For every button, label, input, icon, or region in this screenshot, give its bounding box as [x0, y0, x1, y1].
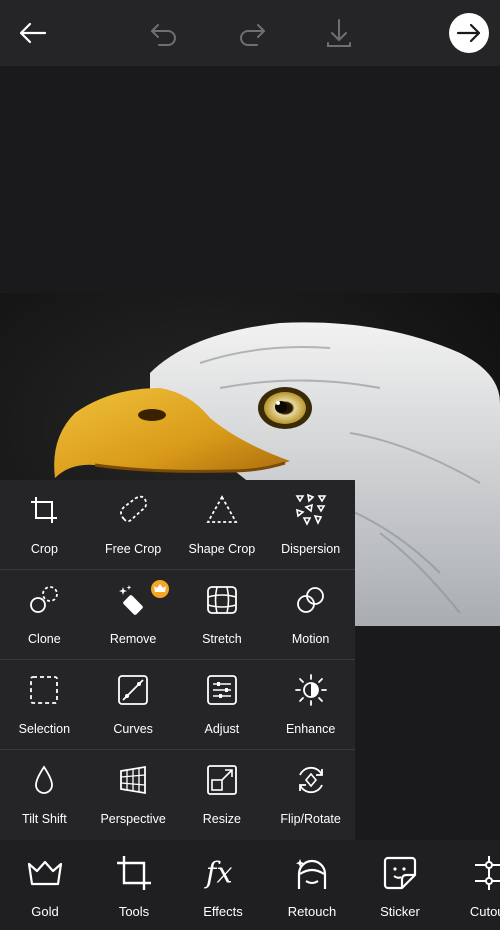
- cutout-icon: [470, 854, 500, 892]
- tool-label: Crop: [30, 542, 58, 556]
- nav-tools[interactable]: Tools: [89, 840, 179, 930]
- tools-row: Selection Curves Adjust Enhance: [0, 660, 355, 750]
- tool-motion[interactable]: Motion: [266, 570, 355, 659]
- tool-enhance[interactable]: Enhance: [266, 660, 355, 749]
- sticker-icon: [381, 854, 419, 892]
- tools-row: Tilt Shift Perspective Resize Flip/Rotat…: [0, 750, 355, 839]
- tool-crop[interactable]: Crop: [0, 480, 89, 569]
- adjust-icon: [205, 673, 239, 707]
- dispersion-icon: [294, 493, 328, 527]
- tool-dispersion[interactable]: Dispersion: [266, 480, 355, 569]
- tool-label: Free Crop: [104, 542, 162, 556]
- nav-label: Retouch: [287, 904, 337, 919]
- tool-selection[interactable]: Selection: [0, 660, 89, 749]
- back-button[interactable]: [11, 11, 55, 55]
- tool-remove[interactable]: Remove: [89, 570, 178, 659]
- tool-label: Curves: [113, 722, 153, 736]
- tool-label: Dispersion: [281, 542, 341, 556]
- redo-button[interactable]: [230, 11, 274, 55]
- nav-label: Cutout: [469, 904, 500, 919]
- next-button[interactable]: [449, 13, 489, 53]
- stretch-icon: [205, 583, 239, 617]
- tool-label: Tilt Shift: [22, 812, 67, 826]
- tool-stretch[interactable]: Stretch: [178, 570, 267, 659]
- tool-label: Selection: [18, 722, 71, 736]
- resize-icon: [205, 763, 239, 797]
- nav-sticker[interactable]: Sticker: [355, 840, 445, 930]
- tool-perspective[interactable]: Perspective: [89, 750, 178, 839]
- free-crop-icon: [116, 493, 150, 527]
- clone-icon: [27, 583, 61, 617]
- perspective-icon: [116, 763, 150, 797]
- motion-icon: [294, 583, 328, 617]
- undo-icon: [151, 24, 176, 46]
- crop-icon: [27, 493, 61, 527]
- tool-shape-crop[interactable]: Shape Crop: [178, 480, 267, 569]
- tool-clone[interactable]: Clone: [0, 570, 89, 659]
- svg-text:fx: fx: [204, 857, 233, 890]
- tool-label: Perspective: [100, 812, 166, 826]
- nav-label: Gold: [31, 904, 59, 919]
- selection-icon: [27, 673, 61, 707]
- nav-label: Sticker: [380, 904, 420, 919]
- crop-icon: [115, 854, 153, 892]
- tool-label: Shape Crop: [188, 542, 256, 556]
- nav-label: Tools: [118, 904, 150, 919]
- enhance-icon: [294, 673, 328, 707]
- nav-effects[interactable]: fx Effects: [178, 840, 268, 930]
- tool-label: Clone: [28, 632, 61, 646]
- tool-resize[interactable]: Resize: [178, 750, 267, 839]
- crown-icon: [26, 854, 64, 892]
- fx-icon: fx: [204, 854, 242, 892]
- tool-label: Adjust: [204, 722, 240, 736]
- tool-label: Resize: [202, 812, 241, 826]
- undo-button[interactable]: [142, 11, 186, 55]
- nav-label: Effects: [203, 904, 243, 919]
- nav-retouch[interactable]: Retouch: [267, 840, 357, 930]
- top-toolbar: [0, 0, 500, 66]
- shape-crop-icon: [205, 493, 239, 527]
- tools-row: Clone Remove Stretch Motion: [0, 570, 355, 660]
- arrow-left-icon: [19, 22, 47, 44]
- tools-row: Crop Free Crop Shape Crop Dispersion: [0, 480, 355, 570]
- crown-icon: [153, 584, 166, 592]
- tool-label: Motion: [291, 632, 330, 646]
- tool-tilt-shift[interactable]: Tilt Shift: [0, 750, 89, 839]
- nav-gold[interactable]: Gold: [0, 840, 90, 930]
- nav-cutout[interactable]: Cutout: [444, 840, 500, 930]
- tool-label: Flip/Rotate: [280, 812, 341, 826]
- tool-free-crop[interactable]: Free Crop: [89, 480, 178, 569]
- flip-rotate-icon: [294, 763, 328, 797]
- download-icon: [327, 19, 351, 47]
- face-icon: [293, 854, 331, 892]
- curves-icon: [116, 673, 150, 707]
- redo-icon: [240, 24, 265, 46]
- bottom-nav: Gold Tools fx Effects Retouch Sticker Cu…: [0, 840, 500, 930]
- tool-flip-rotate[interactable]: Flip/Rotate: [266, 750, 355, 839]
- tilt-shift-icon: [27, 763, 61, 797]
- premium-crown-badge: [148, 578, 171, 600]
- tool-curves[interactable]: Curves: [89, 660, 178, 749]
- tool-label: Enhance: [285, 722, 336, 736]
- tool-label: Stretch: [202, 632, 242, 646]
- arrow-right-icon: [456, 23, 481, 43]
- remove-icon: [116, 583, 150, 617]
- tool-adjust[interactable]: Adjust: [178, 660, 267, 749]
- download-button[interactable]: [317, 11, 361, 55]
- tools-panel: Crop Free Crop Shape Crop Dispersion Clo…: [0, 480, 355, 840]
- tool-label: Remove: [109, 632, 157, 646]
